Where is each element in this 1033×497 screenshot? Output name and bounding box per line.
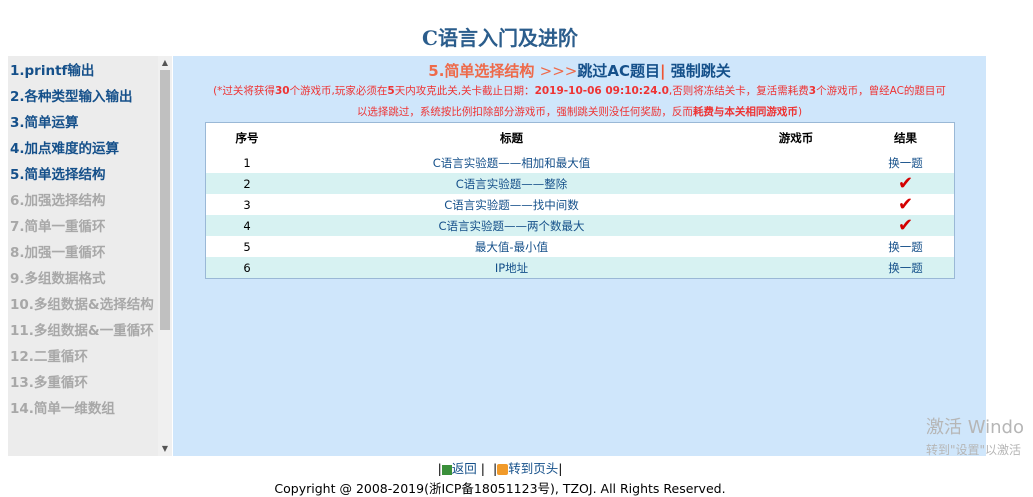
stage-name: 5.简单选择结构 (428, 62, 535, 80)
col-no: 序号 (206, 123, 288, 152)
accepted-check-icon: ✔ (857, 194, 954, 215)
sidebar-item[interactable]: 6.加强选择结构 (10, 188, 158, 214)
table-row: 1 C语言实验题——相加和最大值 换一题 (206, 152, 954, 173)
scroll-thumb[interactable] (160, 70, 170, 330)
accepted-check-icon: ✔ (857, 215, 954, 236)
problem-title-link[interactable]: 最大值-最小值 (288, 236, 735, 257)
sidebar-item[interactable]: 7.简单一重循环 (10, 214, 158, 240)
sidebar-item[interactable]: 5.简单选择结构 (10, 162, 158, 188)
table-row: 4 C语言实验题——两个数最大 ✔ (206, 215, 954, 236)
notice-days: 5 (387, 85, 395, 97)
notice-bold: 耗费与本关相同游戏币 (692, 106, 798, 118)
row-coins (735, 215, 857, 236)
sidebar-list: 1.printf输出 2.各种类型输入输出 3.简单运算 4.加点难度的运算 5.简单选… (8, 56, 158, 422)
table-row: 5 最大值-最小值 换一题 (206, 236, 954, 257)
notice-text: ) (797, 106, 803, 118)
sidebar-item[interactable]: 8.加强一重循环 (10, 240, 158, 266)
row-number: 1 (206, 152, 288, 173)
table-row: 6 IP地址 换一题 (206, 257, 954, 278)
change-problem-link[interactable]: 换一题 (857, 257, 954, 278)
separator: | (659, 62, 666, 80)
change-problem-link[interactable]: 换一题 (857, 152, 954, 173)
sidebar-item[interactable]: 11.多组数据&一重循环 (10, 318, 158, 344)
force-skip-link[interactable]: 强制跳关 (671, 62, 731, 80)
table-header: 序号 标题 游戏币 结果 (206, 123, 954, 152)
accepted-check-icon: ✔ (857, 173, 954, 194)
back-arrow-icon (441, 464, 452, 475)
notice-text: (*过关将获得 (213, 85, 275, 97)
row-coins (735, 236, 857, 257)
problem-title-link[interactable]: C语言实验题——整除 (288, 173, 735, 194)
sidebar-item[interactable]: 3.简单运算 (10, 110, 158, 136)
windows-activation-hint: 转到"设置"以激活 (926, 443, 1022, 457)
stage-header: 5.简单选择结构 >>>跳过AC题目| 强制跳关 (173, 60, 986, 81)
notice-text: 个游戏币,玩家必须在 (289, 85, 388, 97)
skip-ac-link[interactable]: 跳过AC题目 (577, 62, 660, 80)
change-problem-link[interactable]: 换一题 (857, 236, 954, 257)
row-number: 4 (206, 215, 288, 236)
notice-deadline: 2019-10-06 09:10:24.0 (534, 85, 669, 97)
problem-title-link[interactable]: IP地址 (288, 257, 735, 278)
col-coins: 游戏币 (735, 123, 857, 152)
sidebar-item[interactable]: 12.二重循环 (10, 344, 158, 370)
main-panel: 5.简单选择结构 >>>跳过AC题目| 强制跳关 (*过关将获得30个游戏币,玩… (173, 56, 986, 456)
col-result: 结果 (857, 123, 954, 152)
notice-revive-cost: 3 (808, 85, 817, 97)
row-coins (735, 152, 857, 173)
stage-notice: (*过关将获得30个游戏币,玩家必须在5天内攻克此关,关卡截止日期：2019-1… (173, 81, 986, 123)
notice-coins: 30 (274, 85, 290, 97)
pipe: | (480, 461, 486, 476)
pipe: | (558, 461, 563, 476)
top-arrow-icon (497, 464, 509, 475)
sidebar-item[interactable]: 1.printf输出 (10, 58, 158, 84)
notice-text: 个游戏币，曾经AC的题目可 (816, 85, 946, 97)
problem-title-link[interactable]: C语言实验题——找中间数 (288, 194, 735, 215)
table-row: 2 C语言实验题——整除 ✔ (206, 173, 954, 194)
page-title: C语言入门及进阶 (422, 26, 578, 50)
row-number: 5 (206, 236, 288, 257)
stage-arrows: >>> (539, 62, 578, 80)
scroll-up-icon[interactable]: ▲ (158, 56, 172, 70)
top-link[interactable]: 转到页头 (508, 461, 558, 476)
problem-table: 序号 标题 游戏币 结果 1 C语言实验题——相加和最大值 换一题 2 C语言实验题——… (205, 122, 955, 279)
table-row: 3 C语言实验题——找中间数 ✔ (206, 194, 954, 215)
problem-title-link[interactable]: C语言实验题——两个数最大 (288, 215, 735, 236)
scroll-down-icon[interactable]: ▼ (158, 442, 172, 456)
windows-activation-watermark: 激活 Windo (926, 417, 1024, 438)
col-title: 标题 (288, 123, 735, 152)
sidebar: 1.printf输出 2.各种类型输入输出 3.简单运算 4.加点难度的运算 5.简单选… (8, 56, 172, 456)
copyright: Copyright @ 2008-2019(浙ICP备18051123号), T… (274, 481, 726, 496)
row-number: 2 (206, 173, 288, 194)
sidebar-item[interactable]: 2.各种类型输入输出 (10, 84, 158, 110)
row-coins (735, 194, 857, 215)
back-link[interactable]: 返回 (452, 461, 477, 476)
sidebar-item[interactable]: 13.多重循环 (10, 370, 158, 396)
sidebar-item[interactable]: 14.简单一维数组 (10, 396, 158, 422)
row-coins (735, 257, 857, 278)
footer-nav: | 返回 | | 转到页头| (0, 458, 1000, 477)
sidebar-item[interactable]: 10.多组数据&选择结构 (10, 292, 158, 318)
notice-text: 以选择跳过，系统按比例扣除部分游戏币，强制跳关则没任何奖励，反而 (356, 106, 693, 118)
sidebar-scrollbar[interactable]: ▲ ▼ (158, 56, 172, 456)
notice-text: ,否则将冻结关卡，复活需耗费 (668, 85, 809, 97)
notice-text: 天内攻克此关,关卡截止日期： (394, 85, 535, 97)
problem-title-link[interactable]: C语言实验题——相加和最大值 (288, 152, 735, 173)
sidebar-item[interactable]: 4.加点难度的运算 (10, 136, 158, 162)
row-number: 3 (206, 194, 288, 215)
row-coins (735, 173, 857, 194)
sidebar-item[interactable]: 9.多组数据格式 (10, 266, 158, 292)
row-number: 6 (206, 257, 288, 278)
